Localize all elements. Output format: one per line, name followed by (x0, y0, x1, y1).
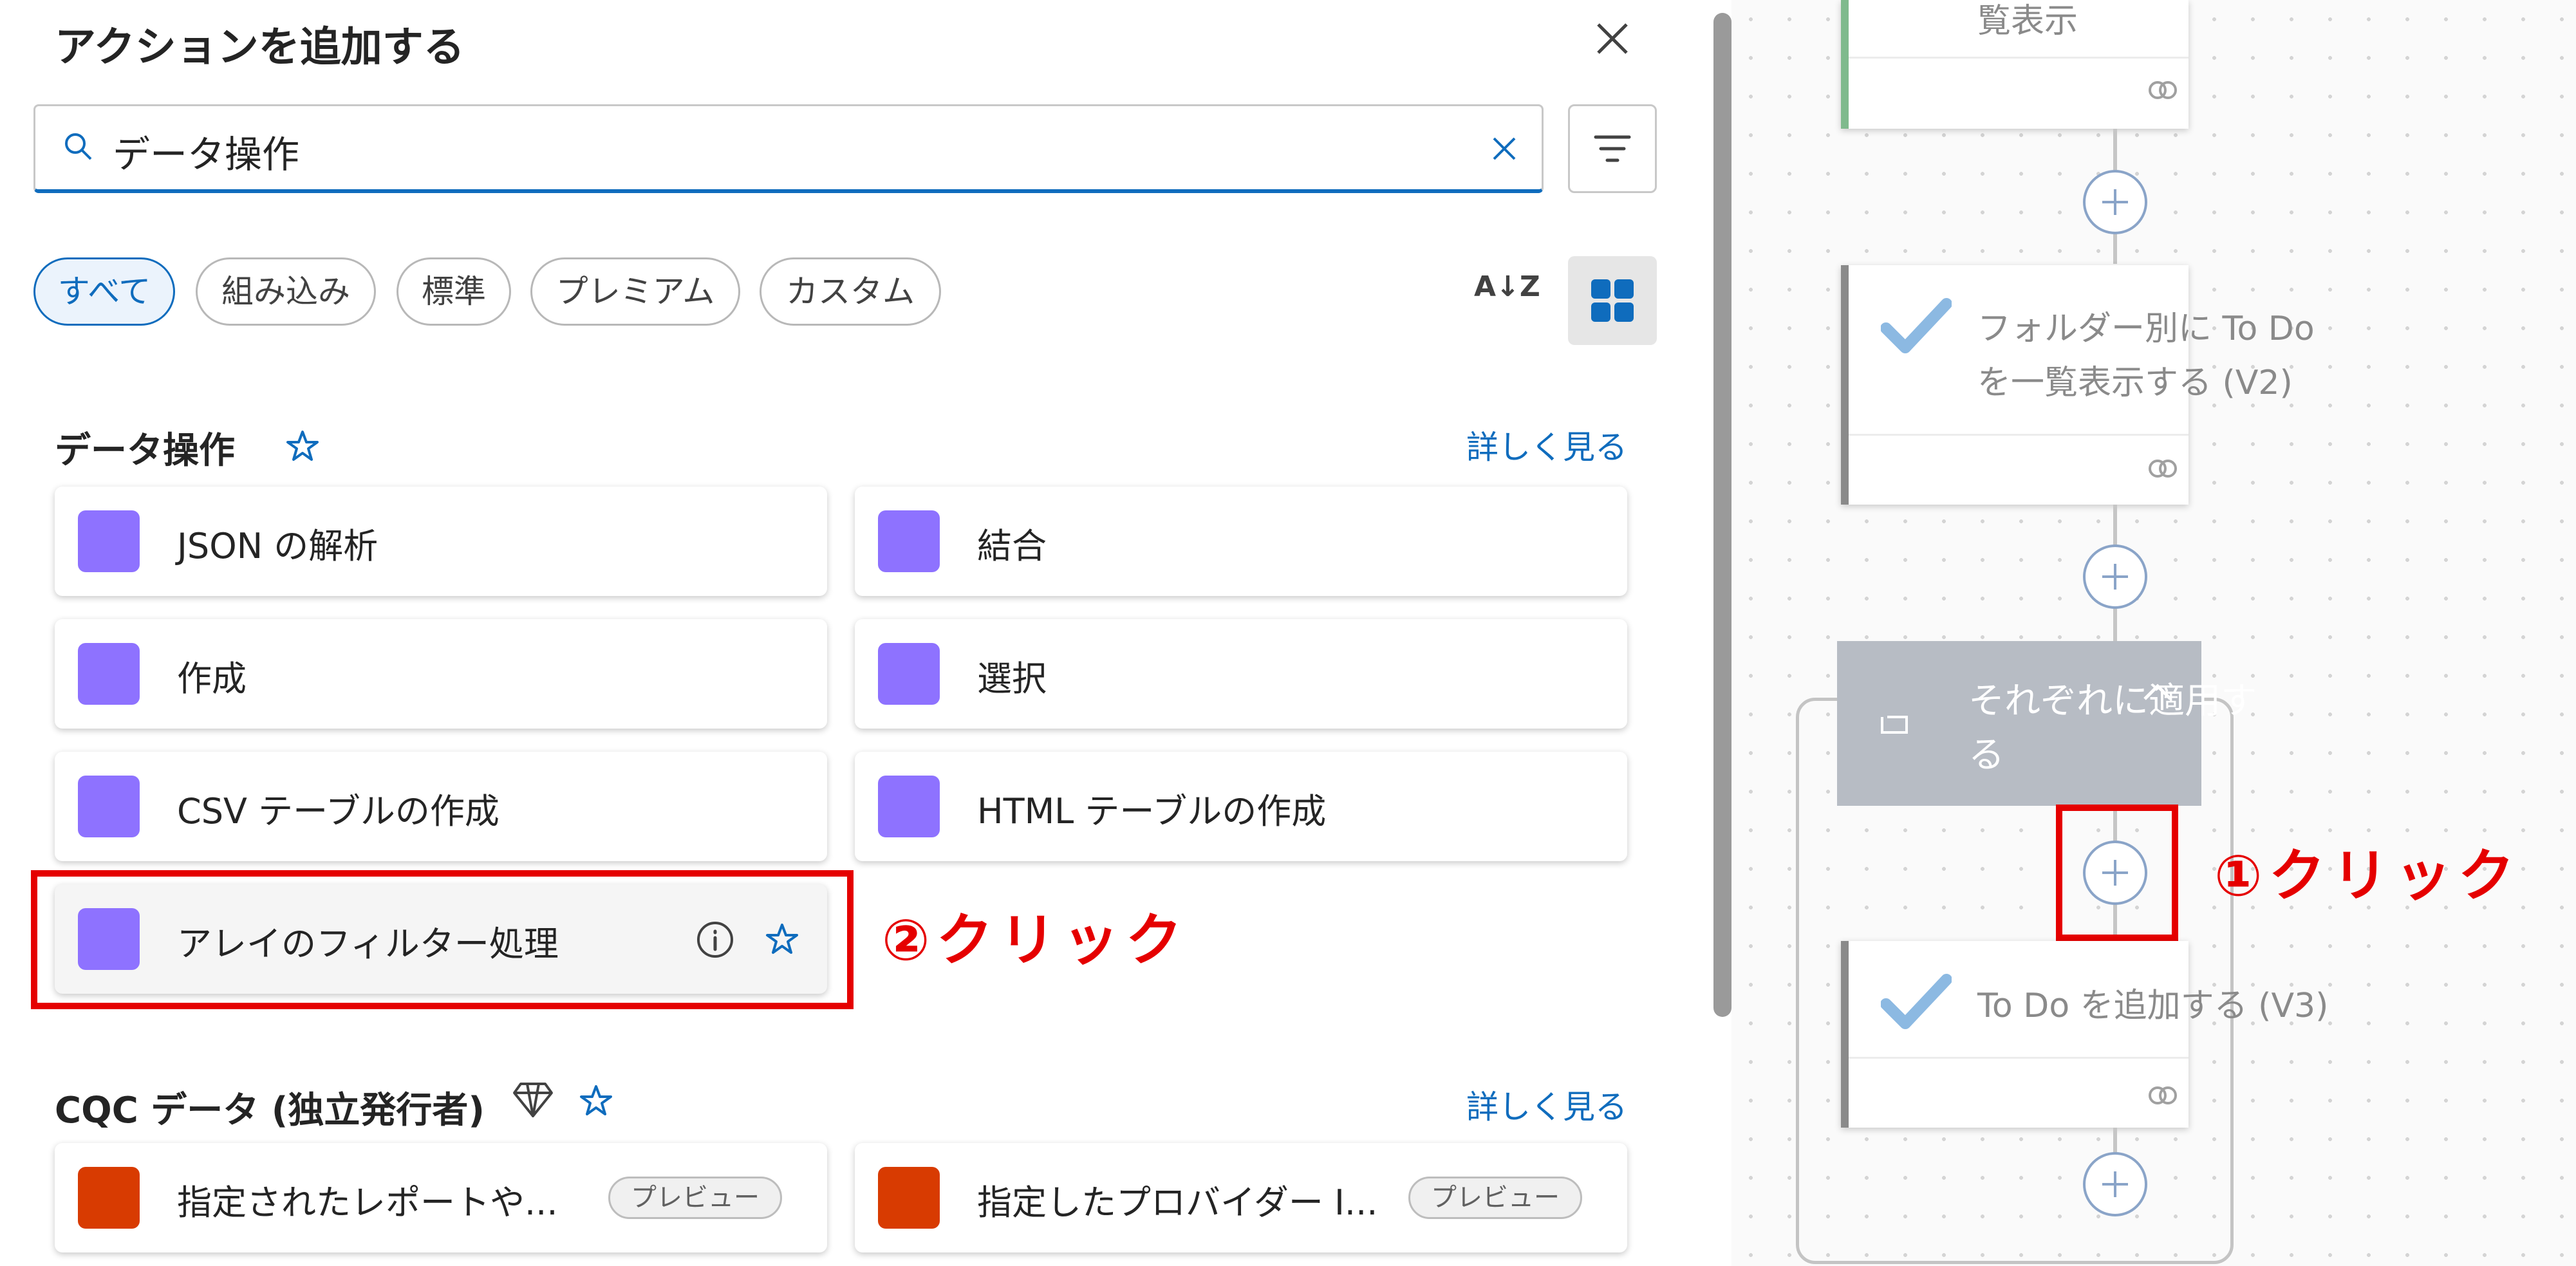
action-card-cqc-provider[interactable]: 指定したプロバイダー I... プレビュー (855, 1143, 1627, 1252)
grid-icon (1591, 279, 1634, 322)
filter-chip-builtin[interactable]: 組み込み (196, 257, 376, 326)
todo-check-icon (1881, 974, 1952, 1029)
clear-search-icon[interactable] (1488, 132, 1521, 165)
loop-title-line1: それぞれに適用す (1968, 680, 2257, 722)
action-card-select[interactable]: 選択 (855, 619, 1627, 729)
action-card-compose[interactable]: 作成 (55, 619, 827, 729)
action-label: 選択 (977, 658, 1047, 699)
action-card-html-table[interactable]: HTML テーブルの作成 (855, 752, 1627, 861)
add-step-plus-icon[interactable] (2083, 1152, 2147, 1216)
action-card-join[interactable]: 結合 (855, 487, 1627, 596)
premium-diamond-icon (513, 1083, 553, 1117)
add-step-plus-icon[interactable] (2083, 545, 2147, 609)
action-label: JSON の解析 (177, 526, 378, 566)
grid-view-button[interactable] (1568, 256, 1657, 345)
highlight-box-add-step (2056, 805, 2178, 941)
cqc-connector-icon (878, 1167, 940, 1229)
add-step-plus-icon[interactable] (2083, 170, 2147, 234)
filter-chip-standard[interactable]: 標準 (397, 257, 511, 326)
sort-az-icon[interactable]: A↓Z (1474, 270, 1540, 322)
data-operation-icon (878, 643, 940, 705)
search-input[interactable]: データ操作 (113, 124, 299, 178)
action-label: 指定したプロバイダー I... (977, 1182, 1378, 1223)
action-label: CSV テーブルの作成 (177, 791, 499, 832)
section-title-cqc: CQC データ (独立発行者) (55, 1090, 485, 1131)
apply-to-each-header[interactable]: それぞれに適用す る (1837, 641, 2257, 806)
flow-card-title-line1: フォルダー別に To Do (1977, 310, 2315, 348)
link-icon (2149, 460, 2177, 478)
data-operation-icon (878, 510, 940, 572)
flow-canvas[interactable]: 覧表示 フォルダー別に To Do を一覧表示する (V2) それぞれに適用す … (1731, 0, 2576, 1266)
data-operation-icon (78, 776, 140, 837)
preview-badge: プレビュー (608, 1177, 782, 1219)
flow-card-title: To Do を追加する (V3) (1977, 987, 2329, 1025)
see-more-link[interactable]: 詳しく見る (1466, 1081, 1627, 1128)
filter-icon (1594, 135, 1631, 162)
filter-chip-premium[interactable]: プレミアム (530, 257, 740, 326)
action-card-cqc-report[interactable]: 指定されたレポートや... プレビュー (55, 1143, 827, 1252)
loop-icon (1881, 716, 1908, 734)
chevron-up-icon[interactable] (2140, 680, 2176, 705)
action-label: HTML テーブルの作成 (977, 791, 1327, 832)
star-icon[interactable] (578, 1083, 614, 1119)
link-icon (2149, 1086, 2177, 1104)
annotation-click-1: ①クリック (2214, 842, 2521, 909)
see-more-link[interactable]: 詳しく見る (1466, 422, 1627, 468)
filter-button[interactable] (1568, 104, 1657, 193)
flow-card-title-line2: を一覧表示する (V2) (1977, 364, 2293, 402)
flow-card-text: 覧表示 (1977, 2, 2078, 41)
action-label: 結合 (977, 526, 1047, 566)
loop-title-line2: る (1968, 734, 2004, 776)
filter-chip-custom[interactable]: カスタム (760, 257, 941, 326)
annotation-click-2: ②クリック (882, 907, 1189, 973)
data-operation-icon (78, 510, 140, 572)
add-action-panel: アクションを追加する データ操作 すべて 組み込み 標準 プレミアム カスタム … (0, 0, 1731, 1266)
action-label: 作成 (177, 658, 247, 699)
action-card-csv-table[interactable]: CSV テーブルの作成 (55, 752, 827, 861)
action-label: 指定されたレポートや... (177, 1182, 558, 1223)
search-box[interactable]: データ操作 (33, 104, 1544, 193)
panel-scrollbar[interactable] (1713, 13, 1731, 1017)
highlight-box-filter-array (31, 870, 854, 1009)
data-operation-icon (878, 776, 940, 837)
panel-title: アクションを追加する (55, 24, 465, 71)
data-operation-icon (78, 643, 140, 705)
search-icon (65, 133, 92, 160)
section-title-data-operation: データ操作 (55, 430, 235, 472)
flow-card-add-todo[interactable]: To Do を追加する (V3) (1841, 941, 2328, 1128)
flow-card-list-todos[interactable]: フォルダー別に To Do を一覧表示する (V2) (1841, 265, 2315, 505)
star-icon[interactable] (285, 428, 321, 464)
flow-card-top[interactable]: 覧表示 (1841, 0, 2189, 129)
link-icon (2149, 81, 2177, 99)
close-icon[interactable] (1587, 13, 1638, 64)
action-card-json-parse[interactable]: JSON の解析 (55, 487, 827, 596)
filter-chip-all[interactable]: すべて (33, 257, 175, 326)
todo-check-icon (1881, 298, 1952, 353)
cqc-connector-icon (78, 1167, 140, 1229)
preview-badge: プレビュー (1408, 1177, 1582, 1219)
